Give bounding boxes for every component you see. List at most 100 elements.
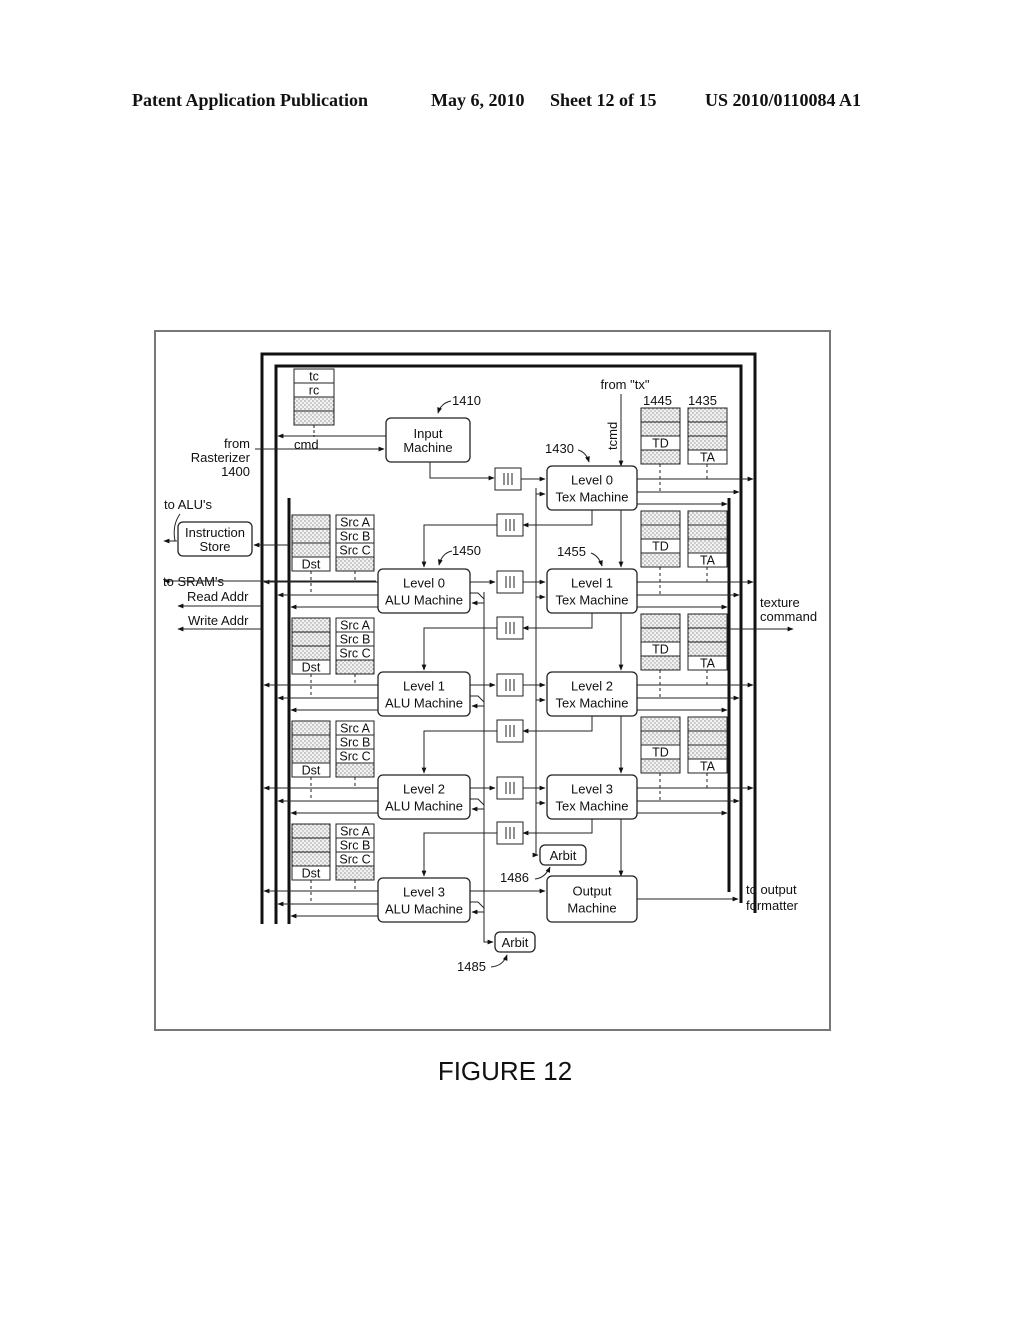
to-output-formatter-label: formatter — [746, 898, 799, 913]
from-rasterizer-label: Rasterizer — [191, 450, 251, 465]
td-register-1-cell — [640, 552, 681, 568]
dst-register-3-cell — [291, 837, 331, 853]
alu-machine-level-2-label: ALU Machine — [385, 799, 463, 814]
ref-1486: 1486 — [500, 870, 529, 885]
src-register-2-cell-label: Src C — [339, 750, 370, 764]
dst-register-2-cell-label: Dst — [302, 764, 321, 778]
tc-rc-register-cell-label: tc — [309, 370, 319, 384]
from-rasterizer-label: 1400 — [221, 464, 250, 479]
ta-register-3-cell — [687, 716, 728, 732]
tex-to-back-fifo — [522, 510, 593, 528]
tex-to-back-fifo — [522, 819, 593, 836]
from-tx-label: from "tx" — [601, 377, 650, 392]
td-register-0-cell — [640, 407, 681, 423]
src-register-2-cell-label: Src A — [340, 722, 371, 736]
td-register-1-cell-label: TD — [652, 540, 669, 554]
dst-register-0-cell — [291, 514, 331, 530]
td-register-2-cell — [640, 627, 681, 643]
ref-1445: 1445 — [643, 393, 672, 408]
tex-machine-level-2-label: Level 2 — [571, 679, 613, 694]
to-alus-label: to ALU's — [164, 497, 213, 512]
ta-register-3-cell — [687, 730, 728, 746]
ta-register-1-cell — [687, 538, 728, 554]
ta-register-0-cell — [687, 421, 728, 437]
td-register-3-cell — [640, 716, 681, 732]
tex-machine-level-3-label: Level 3 — [571, 782, 613, 797]
instruction-store-label: Store — [199, 539, 230, 554]
input-machine-label: Input — [414, 426, 443, 441]
dst-register-3-cell — [291, 851, 331, 867]
ref-1485-pointer — [490, 954, 508, 968]
src-register-0-cell — [335, 556, 375, 572]
alu-machine-level-1-label: ALU Machine — [385, 696, 463, 711]
dst-register-2-cell — [291, 748, 331, 764]
ta-register-1-cell — [687, 524, 728, 540]
src-register-3-cell-label: Src B — [340, 839, 371, 853]
src-register-1-cell-label: Src C — [339, 647, 370, 661]
ref-1486-pointer — [534, 866, 551, 880]
texture-command-label: command — [760, 609, 817, 624]
td-register-0-cell — [640, 421, 681, 437]
tex-loop-in — [535, 697, 546, 712]
ref-1435: 1435 — [688, 393, 717, 408]
alu-machine-level-0-label: Level 0 — [403, 576, 445, 591]
dst-register-3-cell — [291, 823, 331, 839]
figure-caption: FIGURE 12 — [437, 1056, 573, 1086]
tc-rc-register-cell-label: rc — [309, 384, 319, 398]
ta-register-0-cell — [687, 435, 728, 451]
ref-1450: 1450 — [452, 543, 481, 558]
src-register-3-cell-label: Src A — [340, 825, 371, 839]
alu-loop — [470, 798, 485, 806]
ta-register-2-cell — [687, 613, 728, 629]
tex-machine-level-1-label: Level 1 — [571, 576, 613, 591]
ref-1450-pointer — [437, 550, 453, 566]
td-register-2-cell-label: TD — [652, 643, 669, 657]
ta-register-1-cell — [687, 510, 728, 526]
src-register-3-cell-label: Src C — [339, 853, 370, 867]
tc-rc-register-cell — [293, 410, 335, 426]
td-register-0-cell — [640, 449, 681, 465]
ta-register-3-cell — [687, 744, 728, 760]
cmd-label: cmd — [294, 437, 319, 452]
dst-register-0-cell — [291, 542, 331, 558]
ref-1455: 1455 — [557, 544, 586, 559]
texture-command-label: texture — [760, 595, 800, 610]
ref-1410: 1410 — [452, 393, 481, 408]
dst-register-0-cell-label: Dst — [302, 558, 321, 572]
td-register-3-cell-label: TD — [652, 746, 669, 760]
src-register-2-cell-label: Src B — [340, 736, 371, 750]
arbit-1486-label: Arbit — [550, 848, 577, 863]
alu-loop — [470, 901, 485, 909]
alu-machine-level-0-label: ALU Machine — [385, 593, 463, 608]
back-fifo-to-alu — [421, 832, 497, 877]
td-register-2-cell — [640, 655, 681, 671]
dst-register-2-cell — [291, 720, 331, 736]
ta-register-0-cell-label: TA — [700, 451, 716, 465]
dst-register-1-cell-label: Dst — [302, 661, 321, 675]
ta-register-3-cell-label: TA — [700, 760, 716, 774]
ta-register-2-cell-label: TA — [700, 657, 716, 671]
tex-to-back-fifo — [522, 716, 593, 734]
td-register-0-cell-label: TD — [652, 437, 669, 451]
ref-1410-pointer — [437, 400, 452, 414]
tc-rc-register-cell — [293, 396, 335, 412]
tex-loop-in — [535, 491, 546, 506]
output-machine-label: Machine — [567, 901, 616, 916]
dst-register-1-cell — [291, 631, 331, 647]
alu-machine-level-2-label: Level 2 — [403, 782, 445, 797]
dst-register-2-cell — [291, 734, 331, 750]
alu-loop — [470, 695, 485, 703]
src-register-2-cell — [335, 762, 375, 778]
to-srams-label: to SRAM's — [163, 574, 224, 589]
tcmd-label: tcmd — [605, 422, 620, 450]
to-arbit-1485 — [483, 930, 494, 945]
src-register-1-cell-label: Src A — [340, 619, 371, 633]
alu-loop — [470, 592, 485, 600]
input-machine-label: Machine — [403, 440, 452, 455]
td-register-2-cell — [640, 613, 681, 629]
instruction-store-label: Instruction — [185, 525, 245, 540]
tex-loop-in — [535, 594, 546, 609]
arbit-1485-label: Arbit — [502, 935, 529, 950]
dst-register-1-cell — [291, 645, 331, 661]
ta-register-2-cell — [687, 641, 728, 657]
